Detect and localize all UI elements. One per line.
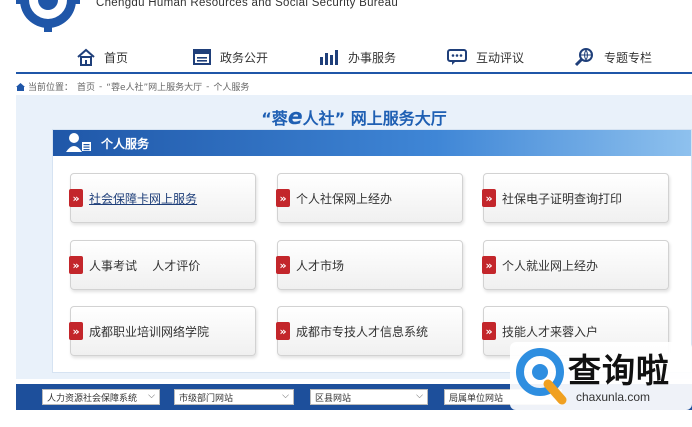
select-value: 局属单位网站	[449, 393, 504, 404]
hall-title: “蓉e人社” 网上服务大厅	[261, 105, 447, 130]
breadcrumb-current: 个人服务	[213, 83, 250, 93]
bar-chart-icon	[320, 50, 338, 65]
watermark-text: 查询啦	[568, 351, 670, 390]
section-title: 个人服务	[101, 137, 150, 151]
service-personnel-exam[interactable]: » 人事考试 人才评价	[69, 240, 256, 290]
service-label: 社保电子证明查询打印	[502, 191, 623, 206]
nav-item-label: 办事服务	[348, 50, 397, 65]
section-header: 个人服务	[53, 130, 691, 156]
service-label: 个人社保网上经办	[296, 191, 393, 206]
breadcrumb-separator: -	[206, 81, 210, 92]
watermark: 查询啦 chaxunla.com	[510, 342, 692, 410]
double-arrow-icon: »	[482, 322, 496, 340]
select-value: 区县网站	[315, 393, 352, 404]
double-arrow-icon: »	[69, 322, 83, 340]
service-label: 成都市专技人才信息系统	[296, 324, 429, 339]
select-district-sites[interactable]: 区县网站 ⌵	[310, 389, 428, 405]
breadcrumb-separator: -	[99, 81, 103, 92]
site-header: Chengdu Human Resources and Social Secur…	[0, 0, 692, 40]
nav-item-label: 互动评议	[476, 50, 525, 65]
double-arrow-icon: »	[276, 322, 290, 340]
watermark-url: chaxunla.com	[576, 390, 651, 404]
nav-item-services[interactable]: 办事服务	[318, 46, 396, 68]
nav-item-topics[interactable]: 专题专栏	[574, 46, 652, 68]
personal-services-box: 个人服务 » 社会保障卡网上服务 » 个人社保网上经办 » 社保电子证明查询打印…	[52, 129, 692, 373]
chevron-down-icon: ⌵	[416, 391, 423, 401]
select-value: 市级部门网站	[179, 393, 234, 404]
user-card-icon	[66, 133, 91, 152]
service-personal-employment[interactable]: » 个人就业网上经办	[482, 240, 669, 290]
nav-item-label: 专题专栏	[604, 50, 653, 65]
select-municipal-departments[interactable]: 市级部门网站 ⌵	[174, 389, 294, 405]
double-arrow-icon: »	[69, 189, 83, 207]
double-arrow-icon: »	[482, 189, 496, 207]
search-globe-icon	[574, 48, 593, 67]
double-arrow-icon: »	[276, 256, 290, 274]
document-icon	[193, 49, 211, 65]
service-label: 技能人才来蓉入户	[502, 324, 599, 339]
service-professional-talent-system[interactable]: » 成都市专技人才信息系统	[276, 306, 463, 356]
bureau-logo-icon[interactable]	[16, 0, 80, 32]
nav-item-label: 首页	[104, 50, 129, 65]
service-label: 人才市场	[296, 258, 345, 273]
service-label: 人事考试 人才评价	[89, 258, 201, 273]
select-value: 人力资源社会保障系统	[47, 393, 138, 404]
home-icon	[77, 48, 95, 66]
nav-item-label: 政务公开	[220, 50, 269, 65]
service-electronic-certificate[interactable]: » 社保电子证明查询打印	[482, 173, 669, 223]
bureau-name: Chengdu Human Resources and Social Secur…	[96, 0, 399, 9]
service-vocational-training[interactable]: » 成都职业培训网络学院	[69, 306, 256, 356]
breadcrumb-home-link[interactable]: 首页	[77, 80, 95, 93]
service-talent-market[interactable]: » 人才市场	[276, 240, 463, 290]
home-icon	[16, 82, 25, 91]
select-hrss-system[interactable]: 人力资源社会保障系统 ⌵	[42, 389, 160, 405]
service-label: 成都职业培训网络学院	[89, 324, 210, 339]
breadcrumb-prefix: 当前位置：	[28, 83, 74, 93]
nav-item-home[interactable]: 首页	[76, 46, 128, 68]
service-label: 社会保障卡网上服务	[89, 191, 198, 206]
nav-item-interaction[interactable]: 互动评议	[446, 46, 524, 68]
double-arrow-icon: »	[276, 189, 290, 207]
hall-title-e: e	[287, 105, 303, 130]
double-arrow-icon: »	[482, 256, 496, 274]
magnifier-logo-icon	[516, 348, 567, 405]
main-nav: 首页 政务公开 办事服务 互动评议 专题专栏	[0, 40, 692, 72]
chat-icon	[447, 49, 467, 65]
double-arrow-icon: »	[69, 256, 83, 274]
breadcrumb: 当前位置： 首页 - “蓉e人社”网上服务大厅 - 个人服务	[16, 80, 253, 93]
service-social-security-card[interactable]: » 社会保障卡网上服务	[69, 173, 256, 223]
service-label: 个人就业网上经办	[502, 258, 599, 273]
chevron-down-icon: ⌵	[148, 391, 155, 401]
nav-item-public-affairs[interactable]: 政务公开	[192, 46, 268, 68]
chevron-down-icon: ⌵	[282, 391, 289, 401]
breadcrumb-hall-link[interactable]: “蓉e人社”网上服务大厅	[106, 80, 202, 93]
nav-divider	[16, 72, 692, 74]
service-personal-social-insurance[interactable]: » 个人社保网上经办	[276, 173, 463, 223]
